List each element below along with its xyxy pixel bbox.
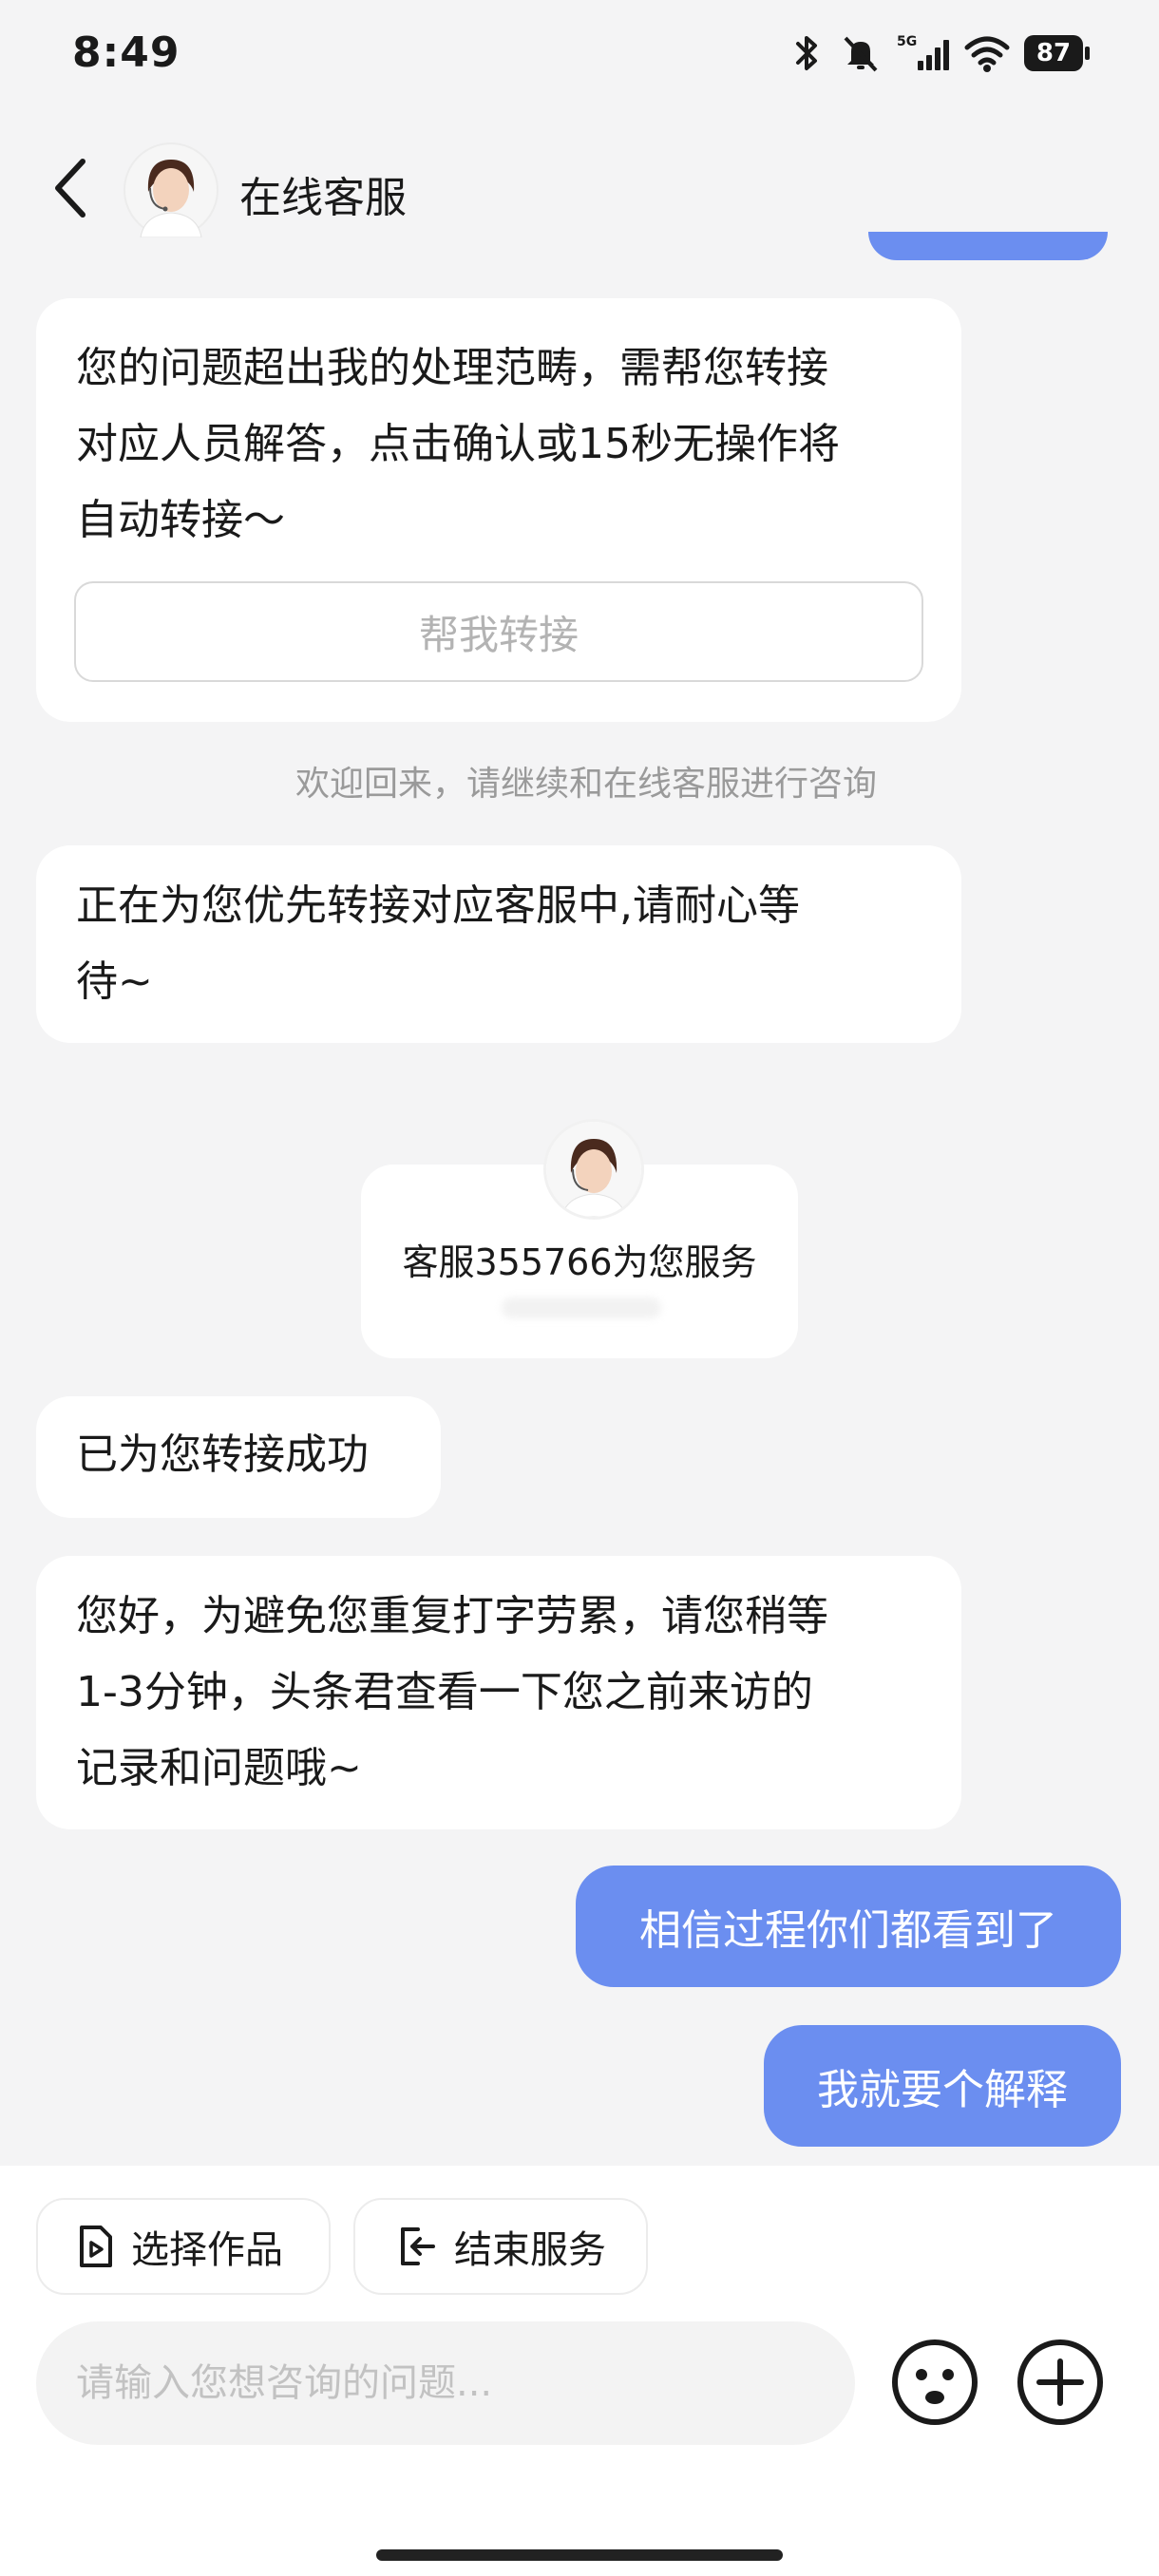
message-text: 已为您转接成功 — [76, 1430, 369, 1479]
agent-card-avatar — [543, 1119, 644, 1220]
agent-avatar[interactable] — [124, 142, 218, 237]
agent-portrait-image — [546, 1122, 641, 1217]
network-label: 5G — [897, 34, 917, 49]
back-button[interactable] — [38, 150, 104, 226]
exit-icon — [401, 2227, 435, 2265]
incoming-message: 您的问题超出我的处理范畴，需帮您转接 对应人员解答，点击确认或15秒无操作将 自… — [36, 298, 961, 722]
home-indicator — [376, 2549, 783, 2561]
status-time: 8:49 — [72, 28, 180, 77]
incoming-message: 正在为您优先转接对应客服中,请耐心等 待~ — [36, 845, 961, 1043]
previous-message-edge — [868, 232, 1108, 260]
message-text: 您的问题超出我的处理范畴，需帮您转接 对应人员解答，点击确认或15秒无操作将 自… — [76, 344, 840, 544]
agent-card-text: 客服355766为您服务 — [402, 1241, 757, 1283]
chevron-left-icon — [55, 159, 86, 218]
video-file-icon — [80, 2226, 112, 2267]
message-text: 相信过程你们都看到了 — [639, 1906, 1057, 1955]
emoji-icon[interactable] — [889, 2337, 980, 2428]
incoming-message: 您好，为避免您重复打字劳累，请您稍等 1-3分钟，头条君查看一下您之前来访的 记… — [36, 1556, 961, 1829]
message-input[interactable] — [36, 2321, 855, 2445]
select-work-button[interactable]: 选择作品 — [36, 2198, 331, 2295]
page-title: 在线客服 — [239, 174, 407, 222]
status-bar: 8:49 5G 87 — [0, 0, 1159, 114]
message-text: 您好，为避免您重复打字劳累，请您稍等 1-3分钟，头条君查看一下您之前来访的 记… — [76, 1592, 828, 1792]
battery-icon: 87 — [1024, 35, 1090, 71]
message-text: 正在为您优先转接对应客服中,请耐心等 待~ — [76, 881, 800, 1006]
signal-icon: 5G — [897, 34, 949, 70]
plus-icon[interactable] — [1015, 2337, 1106, 2428]
quick-action-label: 结束服务 — [454, 2228, 606, 2272]
chat-header: 在线客服 — [0, 133, 1159, 247]
agent-card-blurred-text — [502, 1297, 661, 1318]
system-note: 欢迎回来，请继续和在线客服进行咨询 — [294, 765, 877, 804]
message-text: 我就要个解释 — [817, 2066, 1068, 2114]
wifi-icon — [964, 36, 1010, 72]
status-icons: 5G 87 — [788, 32, 1090, 74]
quick-action-label: 选择作品 — [131, 2228, 283, 2272]
bluetooth-icon — [796, 36, 817, 70]
transfer-button[interactable]: 帮我转接 — [74, 581, 923, 682]
outgoing-message: 相信过程你们都看到了 — [576, 1866, 1121, 1987]
outgoing-message: 我就要个解释 — [764, 2025, 1121, 2147]
end-service-button[interactable]: 结束服务 — [353, 2198, 648, 2295]
input-area: 选择作品 结束服务 — [0, 2166, 1159, 2576]
mute-icon — [844, 36, 878, 72]
incoming-message: 已为您转接成功 — [36, 1396, 441, 1518]
